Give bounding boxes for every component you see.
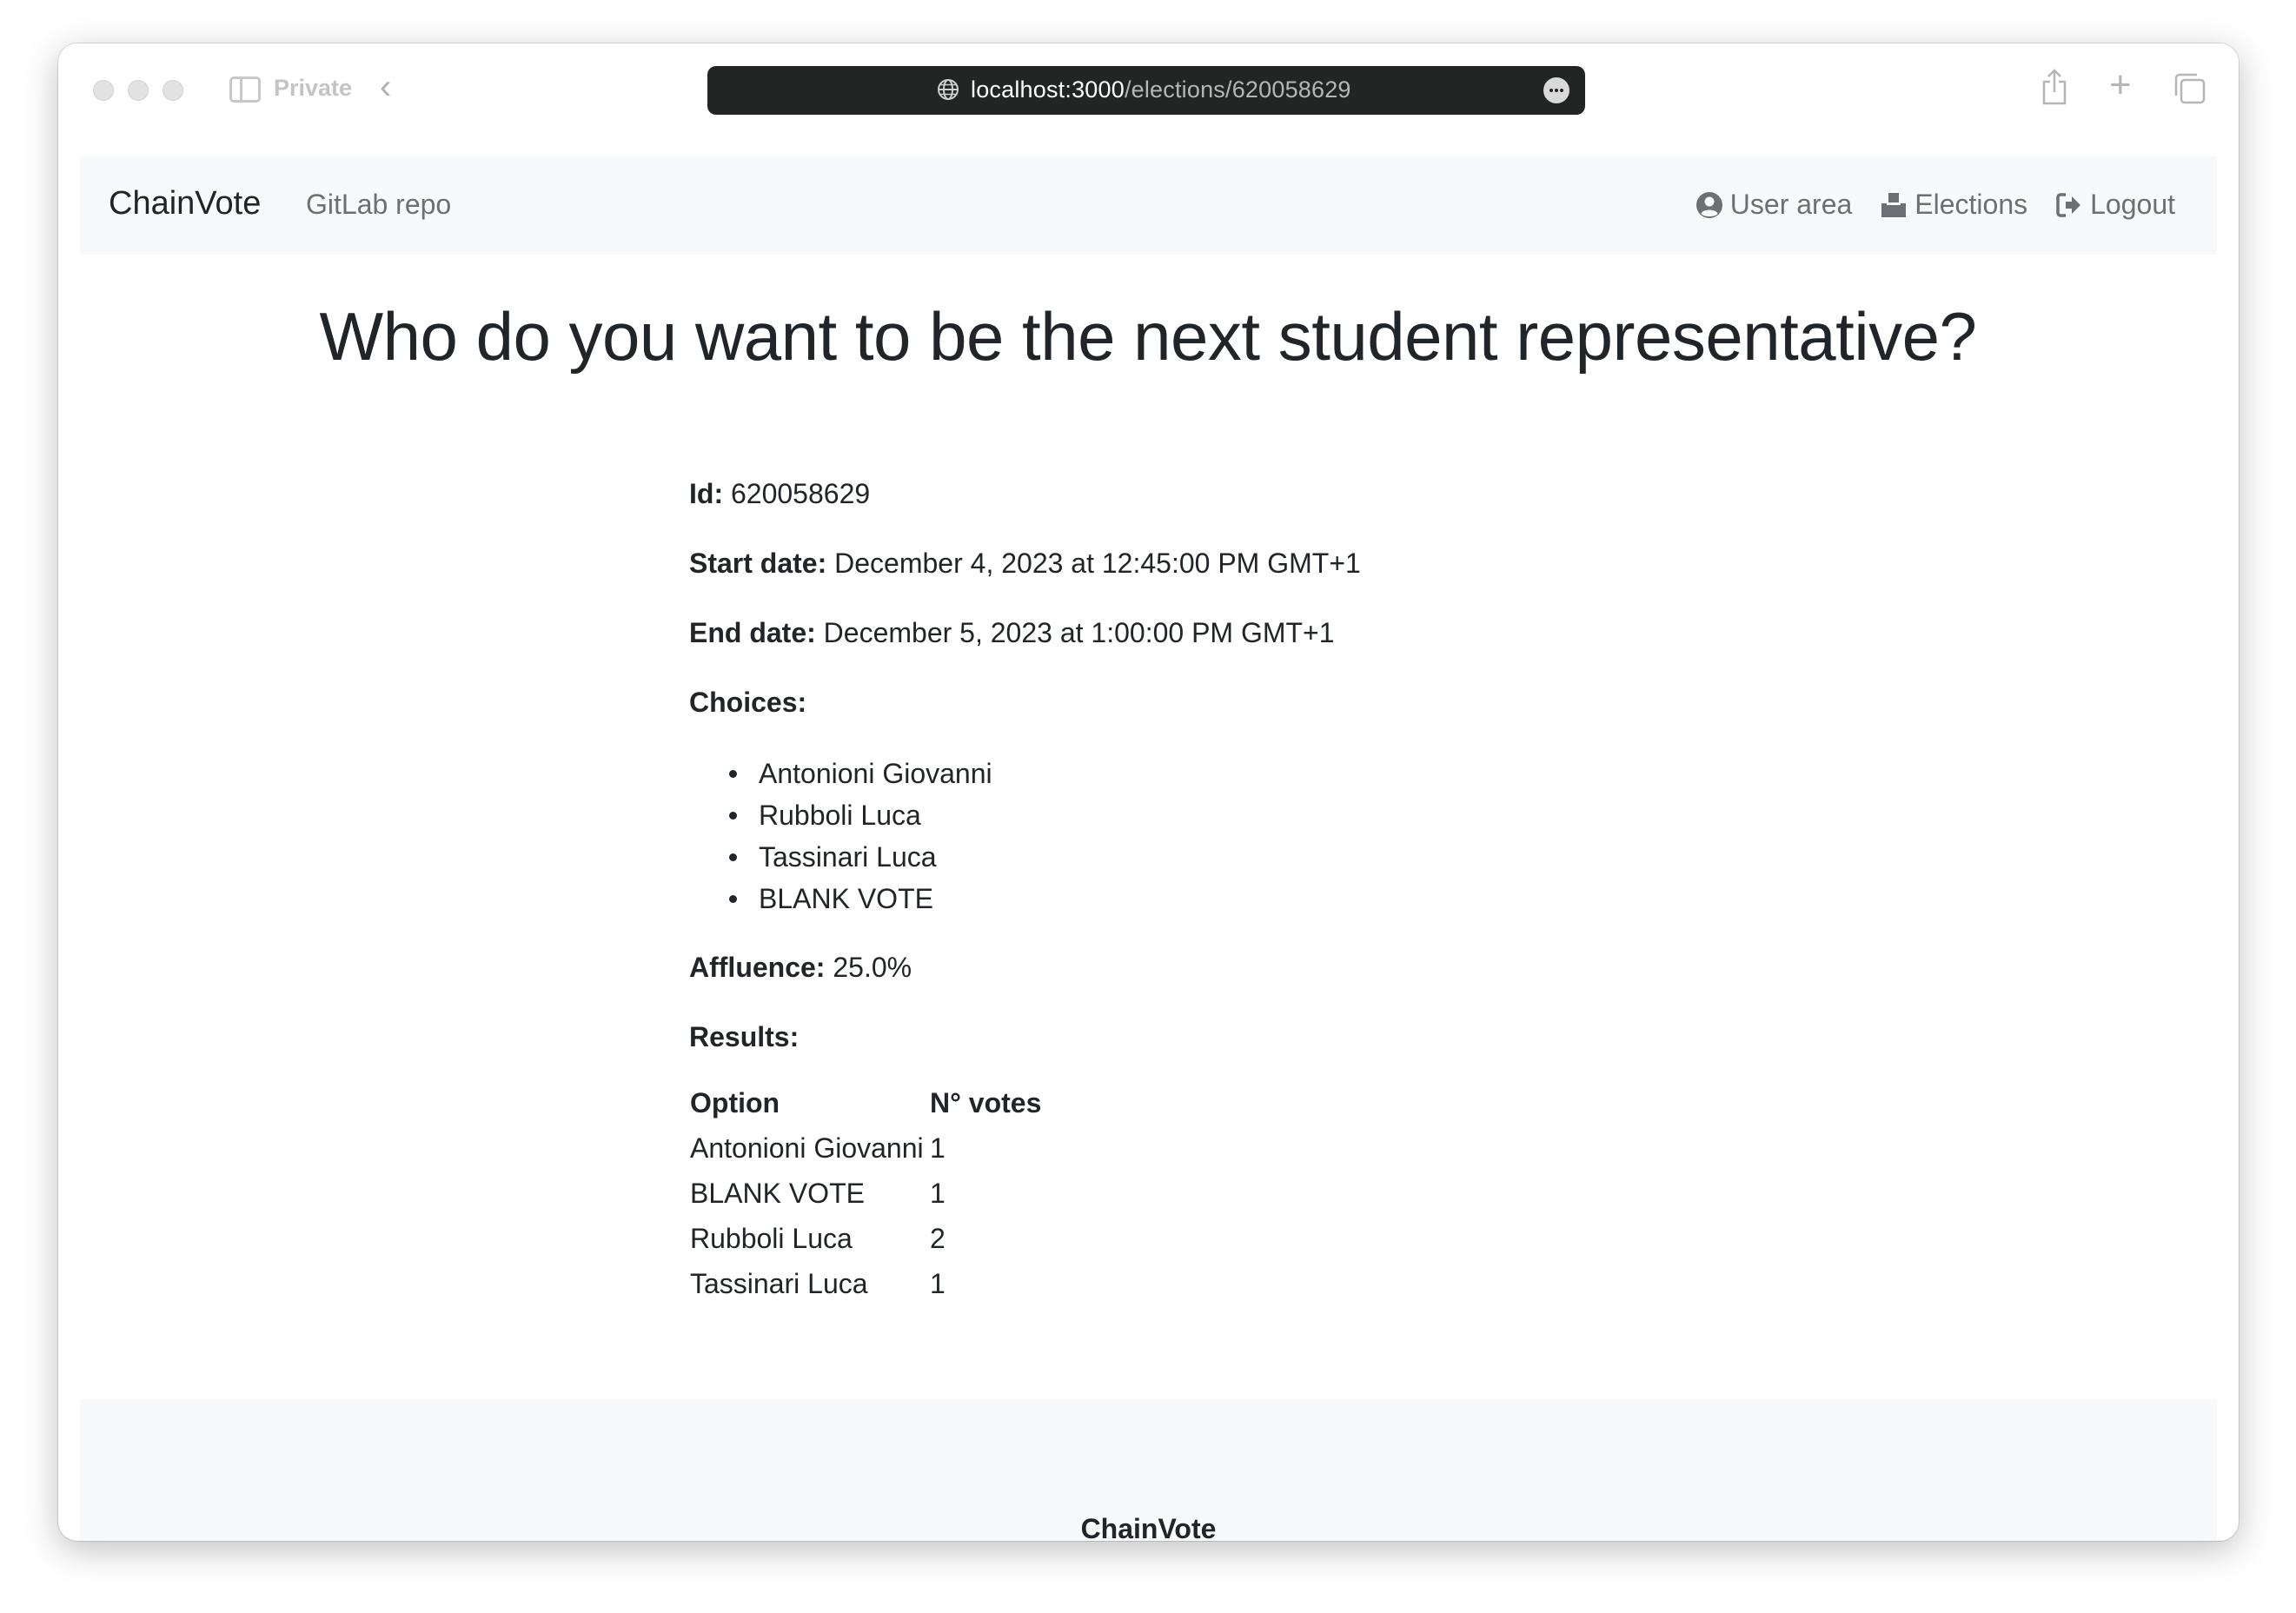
votes-cell: 2 [930,1222,946,1254]
list-item: Tassinari Luca [729,836,992,878]
list-item: BLANK VOTE [729,878,992,919]
choices-list: Antonioni Giovanni Rubboli Luca Tassinar… [729,753,992,919]
start-date-label: Start date: [689,548,827,579]
browser-window: Private ‹ localhost:3000/elections/62005… [58,43,2239,1541]
end-date-label: End date: [689,617,816,648]
start-date-row: Start date: December 4, 2023 at 12:45:00… [689,548,1361,580]
election-title: Who do you want to be the next student r… [319,298,1977,375]
table-header-row: Option N° votes [690,1080,1045,1125]
id-row: Id: 620058629 [689,478,870,510]
votes-cell: 1 [930,1267,946,1299]
option-cell: Rubboli Luca [690,1222,853,1254]
affluence-value: 25.0% [833,952,912,983]
private-label: Private [274,75,353,101]
close-window-button[interactable] [93,80,114,101]
nav-links: User area Elections Logout [1695,189,2175,221]
list-item: Antonioni Giovanni [729,753,992,794]
sidebar-toggle-icon[interactable] [229,76,261,103]
browser-toolbar: Private ‹ localhost:3000/elections/62005… [58,43,2239,156]
votes-cell: 1 [930,1177,946,1209]
nav-elections[interactable]: Elections [1880,189,2027,221]
start-date-value: December 4, 2023 at 12:45:00 PM GMT+1 [834,548,1361,579]
back-chevron-icon[interactable]: ‹ [380,70,391,104]
table-row: Rubboli Luca 2 [690,1216,1045,1261]
end-date-row: End date: December 5, 2023 at 1:00:00 PM… [689,617,1335,649]
column-header-votes: N° votes [930,1086,1042,1118]
ballot-box-icon [1881,192,1907,217]
affluence-row: Affluence: 25.0% [689,952,912,984]
top-navbar: ChainVote GitLab repo User area Election… [80,156,2217,255]
logout-icon [2056,192,2081,217]
option-cell: BLANK VOTE [690,1177,865,1209]
table-row: Antonioni Giovanni 1 [690,1125,1045,1171]
list-item: Rubboli Luca [729,794,992,836]
share-icon[interactable] [2040,68,2069,106]
tab-overview-icon[interactable] [2173,71,2207,106]
choices-label: Choices: [689,687,807,718]
user-circle-icon [1695,191,1722,218]
option-cell: Antonioni Giovanni [690,1132,924,1164]
column-header-option: Option [690,1086,780,1118]
table-row: Tassinari Luca 1 [690,1261,1045,1306]
new-tab-icon[interactable]: + [2109,66,2132,104]
id-label: Id: [689,478,724,509]
results-table: Option N° votes Antonioni Giovanni 1 BLA… [690,1080,1045,1306]
end-date-value: December 5, 2023 at 1:00:00 PM GMT+1 [823,617,1335,648]
more-options-icon[interactable] [1543,77,1569,103]
option-cell: Tassinari Luca [690,1267,868,1299]
results-label: Results: [689,1021,800,1052]
nav-elections-label: Elections [1914,189,2028,220]
brand-link[interactable]: ChainVote [109,185,261,222]
nav-logout-label: Logout [2090,189,2175,220]
affluence-label: Affluence: [689,952,826,983]
nav-logout[interactable]: Logout [2055,189,2175,221]
minimize-window-button[interactable] [128,80,149,101]
votes-cell: 1 [930,1132,946,1164]
zoom-window-button[interactable] [163,80,183,101]
gitlab-repo-link[interactable]: GitLab repo [306,189,451,221]
url-text: localhost:3000/elections/620058629 [971,76,1351,103]
id-value: 620058629 [730,478,871,509]
url-path: /elections/620058629 [1124,76,1351,103]
nav-user-area-label: User area [1729,189,1853,220]
globe-icon [938,79,959,100]
table-row: BLANK VOTE 1 [690,1171,1045,1216]
url-host: localhost:3000 [971,76,1125,103]
address-bar[interactable]: localhost:3000/elections/620058629 [707,66,1585,115]
choices-heading: Choices: [689,687,806,719]
results-heading: Results: [689,1021,799,1053]
nav-user-area[interactable]: User area [1695,189,1853,221]
